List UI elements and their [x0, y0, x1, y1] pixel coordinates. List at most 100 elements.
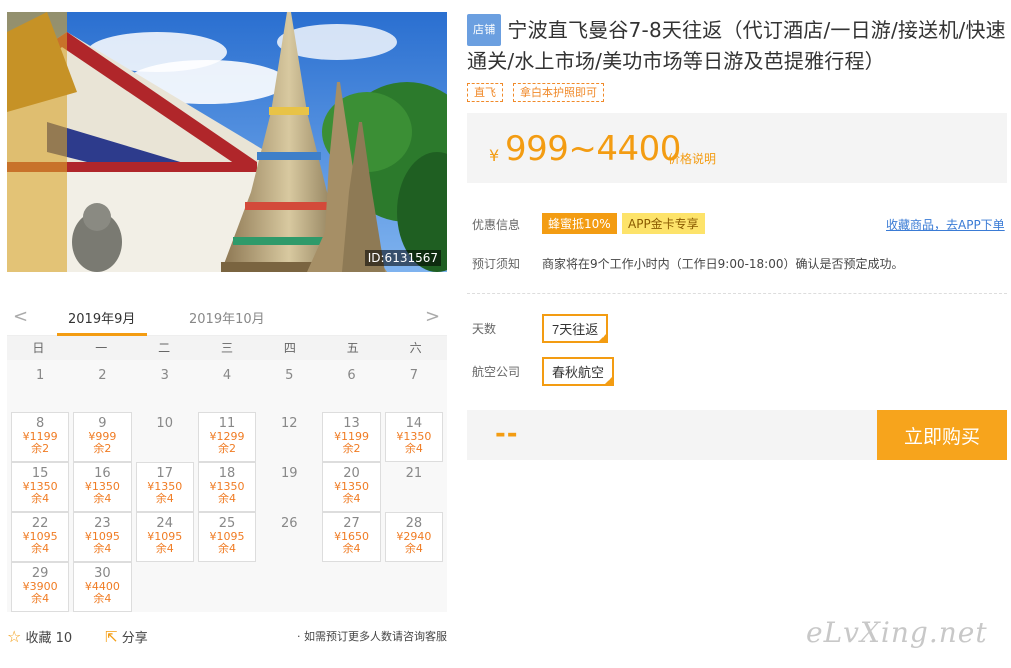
calendar-day[interactable]: 16 ¥1350 余4 [73, 462, 132, 512]
calendar-day[interactable]: 27 ¥1650 余4 [322, 512, 381, 562]
month-tab-oct[interactable]: 2019年10月 [189, 308, 265, 327]
calendar-day[interactable]: 30 ¥4400 余4 [73, 562, 132, 612]
buy-bar: -- 立即购买 [467, 410, 1007, 460]
calendar-day-remaining: 余2 [93, 442, 112, 455]
calendar-day-number: 17 [156, 466, 173, 481]
booking-notice-text: 商家将在9个工作小时内（工作日9:00-18:00）确认是否预定成功。 [542, 257, 904, 271]
calendar-day-number: 30 [94, 566, 111, 581]
star-icon: ☆ [7, 627, 22, 646]
tag-direct-flight: 直飞 [467, 83, 503, 102]
airline-option-button[interactable]: 春秋航空 [542, 357, 615, 386]
calendar-day-number: 4 [222, 368, 232, 383]
divider [467, 293, 1007, 294]
calendar-day[interactable]: 28 ¥2940 余4 [384, 512, 443, 562]
price-box: ¥ 999~4400 价格说明 [467, 113, 1007, 183]
calendar-day-number: 5 [285, 368, 294, 383]
calendar-day: 10 [136, 412, 194, 462]
calendar-day-remaining: 余4 [342, 492, 361, 505]
tag-passport: 拿白本护照即可 [513, 83, 604, 102]
calendar-day-number: 29 [31, 566, 49, 581]
calendar-day[interactable]: 8 ¥1199 余2 [11, 412, 70, 462]
share-button[interactable]: ⇱ 分享 [105, 627, 148, 646]
favorite-count: 10 [55, 631, 73, 646]
calendar-day[interactable]: 18 ¥1350 余4 [197, 462, 257, 512]
weekday-wed: 三 [220, 341, 233, 355]
calendar-day-remaining: 余4 [93, 542, 112, 555]
price-currency: ¥ [489, 146, 500, 165]
calendar-day-number: 11 [218, 416, 236, 431]
calendar-day[interactable]: 17 ¥1350 余4 [135, 462, 194, 512]
calendar-day[interactable]: 29 ¥3900 余4 [11, 562, 70, 612]
weekday-thu: 四 [283, 341, 296, 355]
airline-label: 航空公司 [472, 365, 521, 379]
calendar-day-number: 8 [36, 416, 45, 431]
days-option-button[interactable]: 7天往返 [542, 314, 609, 343]
contact-note: · 如需预订更多人数请咨询客服 [297, 630, 447, 643]
bottom-actions: ☆ 收藏 10 ⇱ 分享 · 如需预订更多人数请咨询客服 [7, 625, 447, 647]
favorite-button[interactable]: ☆ 收藏 10 [7, 627, 72, 646]
calendar-day: 4 [198, 364, 256, 412]
calendar-day: 2 [73, 364, 131, 412]
month-tab-sep[interactable]: 2019年9月 [68, 308, 135, 327]
calendar-day-number: 16 [94, 466, 111, 481]
calendar-day-number: 2 [98, 368, 107, 383]
calendar-day[interactable]: 13 ¥1199 余2 [322, 412, 381, 462]
calendar-day[interactable]: 25 ¥1095 余4 [197, 512, 257, 562]
calendar-day[interactable]: 15 ¥1350 余4 [11, 462, 70, 512]
calendar-day: 6 [322, 364, 380, 412]
calendar-day-remaining: 余4 [217, 492, 236, 505]
calendar-day[interactable]: 22 ¥1095 余4 [11, 512, 70, 562]
buy-now-button[interactable]: 立即购买 [877, 410, 1007, 460]
calendar-day-number: 10 [156, 416, 173, 431]
calendar-day-number: 27 [343, 516, 360, 531]
active-month-underline [57, 333, 147, 336]
calendar-day[interactable]: 20 ¥1350 余4 [322, 462, 381, 512]
calendar-day-number: 15 [31, 466, 49, 481]
calendar-day: 5 [260, 364, 318, 412]
calendar-day[interactable]: 23 ¥1095 余4 [73, 512, 132, 562]
next-month-arrow-icon[interactable]: > [425, 306, 440, 327]
product-photo[interactable]: ID:6131567 [7, 12, 447, 272]
calendar-day-remaining: 余4 [93, 592, 112, 605]
weekday-header: 日 一 二 三 四 五 六 [7, 336, 447, 360]
calendar-day-number: 28 [405, 516, 423, 531]
price-range: 999~4400 [505, 129, 681, 169]
calendar-day-number: 7 [409, 368, 418, 383]
calendar-day-number: 6 [347, 368, 356, 383]
calendar-day: 26 [260, 512, 318, 562]
calendar-day[interactable]: 24 ¥1095 余4 [135, 512, 194, 562]
calendar-day-number: 26 [281, 516, 298, 531]
share-icon: ⇱ [105, 628, 118, 646]
favorite-app-link[interactable]: 收藏商品，去APP下单 [886, 216, 1005, 233]
calendar-day-remaining: 余2 [217, 442, 236, 455]
calendar-day-number: 19 [281, 466, 298, 481]
calendar-day: 12 [260, 412, 318, 462]
calendar-day: 7 [385, 364, 443, 412]
prev-month-arrow-icon[interactable]: < [13, 306, 28, 327]
calendar-day-grid: 1 2 3 4 5 6 7 8 ¥1199 余2 9 ¥999 余2 10 11 ¥1299 余2 12 13 ¥11… [7, 360, 447, 612]
calendar-day-number: 3 [160, 368, 169, 383]
calendar-day-remaining: 余4 [31, 592, 50, 605]
calendar-day[interactable]: 9 ¥999 余2 [73, 412, 132, 462]
date-calendar: < 2019年9月 2019年10月 > 日 一 二 三 四 五 六 12 3 4 5… [7, 298, 447, 612]
calendar-day-number: 21 [405, 466, 423, 481]
calendar-day[interactable]: 14 ¥1350 余4 [384, 412, 443, 462]
calendar-day-number: 9 [98, 416, 107, 431]
photo-id-label: ID:6131567 [364, 250, 441, 266]
calendar-day-number: 14 [405, 416, 423, 431]
calendar-day: 19 [260, 462, 318, 512]
airline-option-text: 春秋航空 [552, 365, 605, 380]
calendar-month-nav: < 2019年9月 2019年10月 > [7, 298, 447, 336]
calendar-day-number: 22 [31, 516, 49, 531]
share-label: 分享 [121, 631, 148, 646]
shop-badge: 店铺 [467, 14, 502, 46]
days-option-text: 7天往返 [552, 322, 599, 337]
price-note-link[interactable]: 价格说明 [668, 150, 716, 167]
calendar-day-remaining: 余4 [217, 542, 236, 555]
weekday-fri: 五 [346, 341, 359, 355]
calendar-day-remaining: 余4 [31, 542, 50, 555]
calendar-day-number: 23 [94, 516, 111, 531]
selected-check-icon [603, 375, 615, 386]
calendar-day[interactable]: 11 ¥1299 余2 [197, 412, 257, 462]
weekday-sat: 六 [409, 341, 422, 355]
